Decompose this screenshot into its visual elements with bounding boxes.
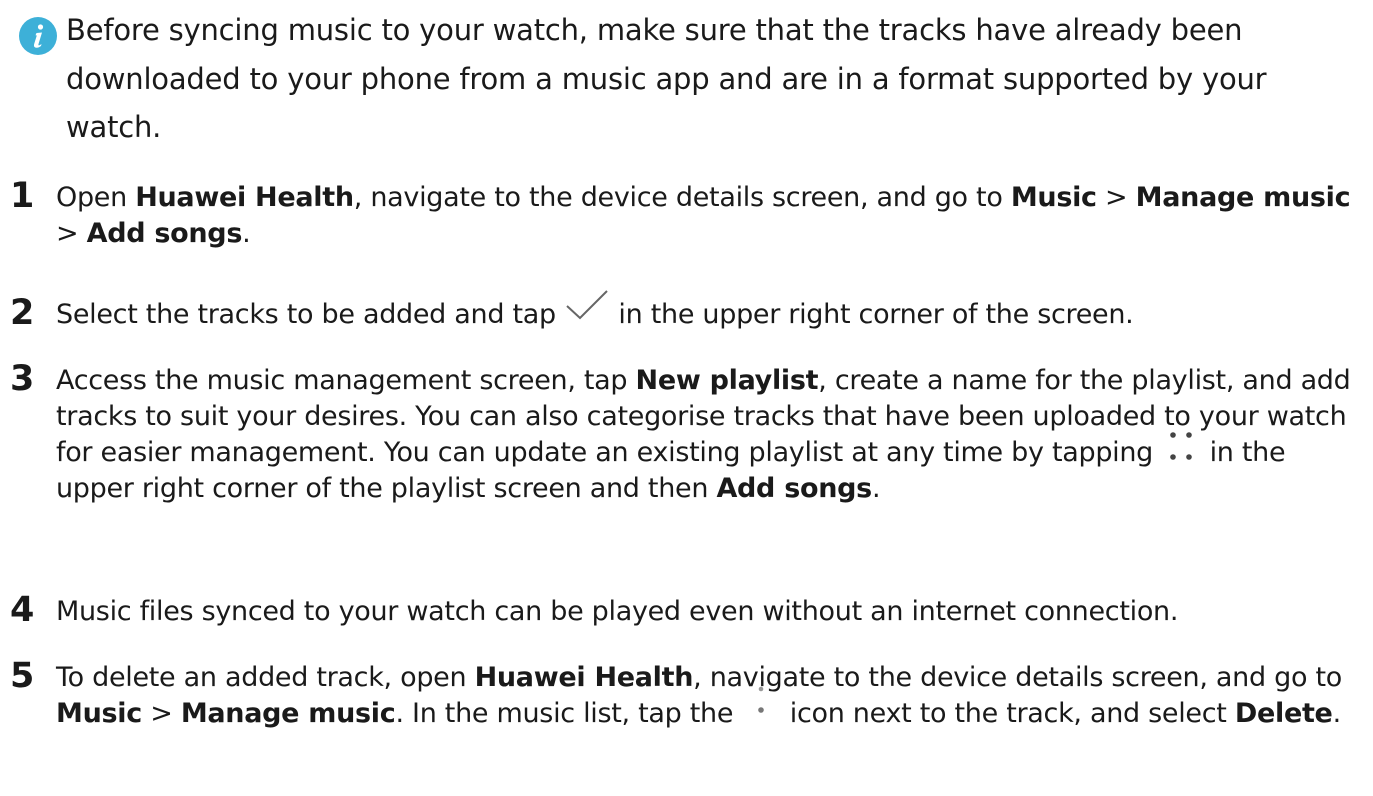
step-text: Access the music management screen, tap … (56, 365, 1351, 504)
step-2: 2 Select the tracks to be added and tap … (10, 289, 1365, 333)
vertical-dots-icon (758, 686, 765, 713)
step-4: 4 Music files synced to your watch can b… (10, 590, 1365, 630)
info-note: Before syncing music to your watch, make… (18, 6, 1358, 152)
step-text: Select the tracks to be added and tap in… (56, 289, 1365, 333)
step-number: 3 (10, 359, 35, 399)
step-number: 2 (10, 293, 35, 333)
more-dots-icon (1170, 431, 1193, 460)
step-number: 4 (10, 590, 35, 630)
step-text: Music files synced to your watch can be … (56, 596, 1179, 627)
step-5: 5 To delete an added track, open Huawei … (10, 656, 1365, 732)
step-3: 3 Access the music management screen, ta… (10, 359, 1365, 507)
step-number: 1 (10, 176, 35, 216)
step-number: 5 (10, 656, 35, 696)
info-icon (19, 17, 57, 55)
step-1: 1 Open Huawei Health, navigate to the de… (10, 176, 1365, 252)
note-text: Before syncing music to your watch, make… (66, 13, 1267, 144)
checkmark-icon (566, 289, 608, 319)
step-text: Open Huawei Health, navigate to the devi… (56, 182, 1351, 249)
step-text: To delete an added track, open Huawei He… (56, 662, 1342, 729)
